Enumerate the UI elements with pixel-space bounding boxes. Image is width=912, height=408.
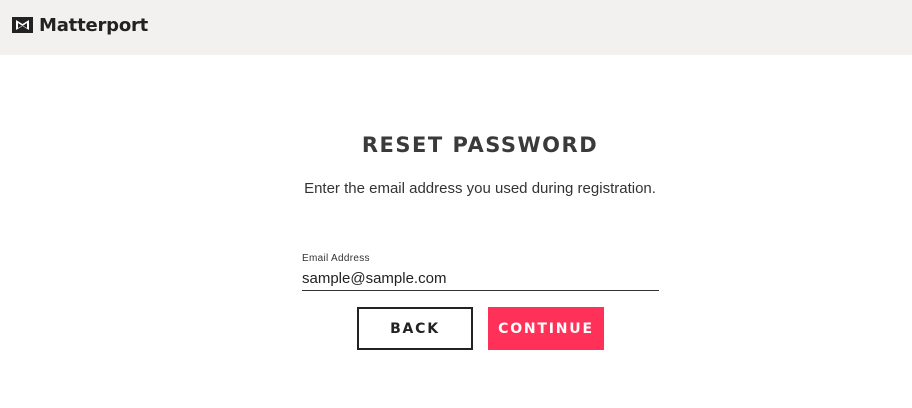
- continue-button[interactable]: CONTINUE: [488, 307, 604, 350]
- logo[interactable]: Matterport: [12, 14, 148, 36]
- email-field-group: Email Address: [302, 253, 659, 291]
- page-subtitle: Enter the email address you used during …: [304, 180, 656, 197]
- page-title: RESET PASSWORD: [361, 133, 599, 157]
- top-bar: Matterport: [0, 0, 912, 55]
- back-button[interactable]: BACK: [357, 307, 473, 350]
- email-field-label: Email Address: [302, 253, 370, 264]
- matterport-logo-icon: [12, 15, 33, 35]
- logo-text: Matterport: [39, 14, 149, 36]
- email-input[interactable]: [302, 267, 659, 291]
